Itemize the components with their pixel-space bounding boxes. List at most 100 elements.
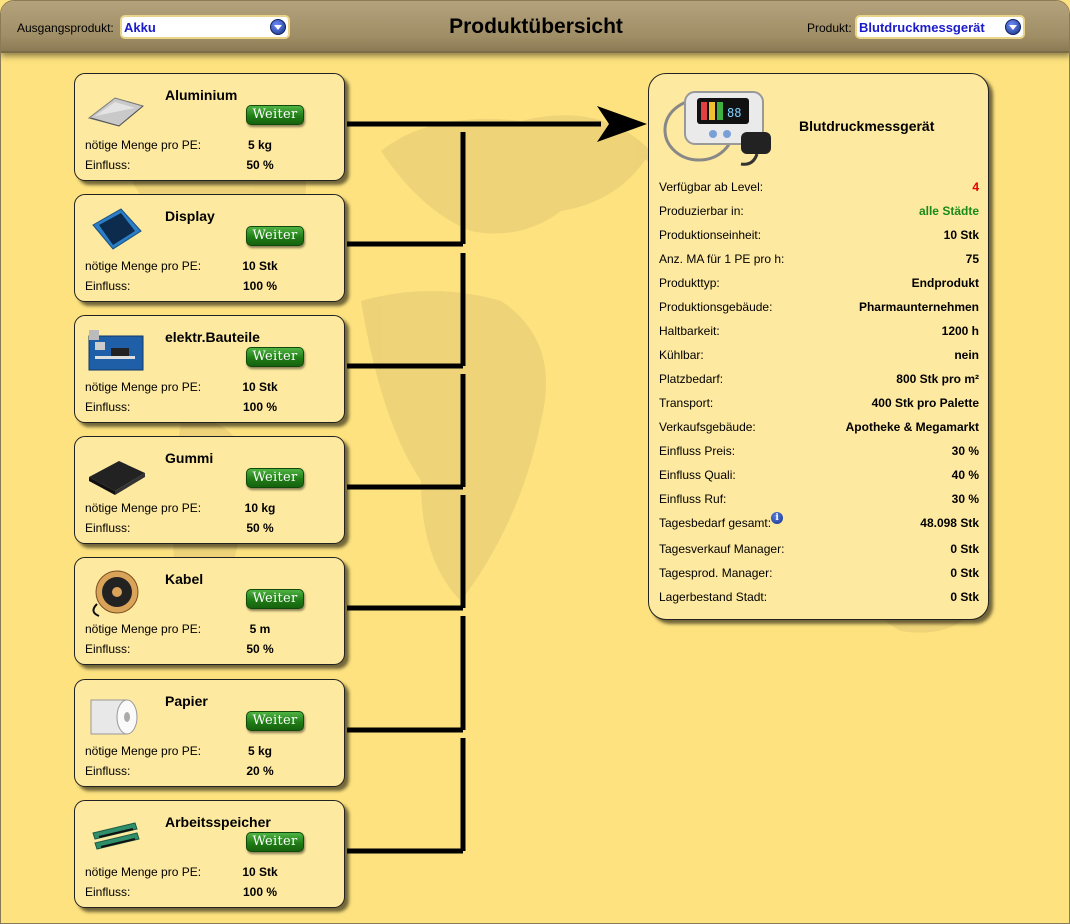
product-info-row: Einfluss Preis: 30 % [659, 444, 979, 464]
ram-module-icon [92, 822, 140, 850]
product-info-key-text: Verkaufsgebäude: [659, 420, 756, 434]
product-info-row: Einfluss Ruf: 30 % [659, 492, 979, 512]
influence-label: Einfluss: [85, 642, 131, 656]
product-info-key: Einfluss Ruf: [659, 492, 726, 506]
weiter-button[interactable]: Weiter [246, 711, 304, 731]
influence-value: 50 % [246, 158, 274, 172]
weiter-button[interactable]: Weiter [246, 105, 304, 125]
paper-roll-icon [90, 699, 138, 735]
product-info-value: 10 Stk [943, 228, 979, 242]
circuit-board-icon [88, 330, 144, 371]
product-info-value: Endprodukt [911, 276, 979, 290]
product-info-value: 800 Stk pro m² [896, 372, 979, 386]
product-info-value: 75 [965, 252, 979, 266]
product-info-key-text: Lagerbestand Stadt: [659, 590, 768, 604]
influence-value: 100 % [242, 279, 278, 293]
product-info-row: Produzierbar in: alle Städte [659, 204, 979, 224]
influence-value: 50 % [246, 642, 274, 656]
qty-value: 10 kg [244, 501, 276, 515]
weiter-button[interactable]: Weiter [246, 468, 304, 488]
influence-value: 100 % [242, 885, 278, 899]
influence-label: Einfluss: [85, 400, 131, 414]
product-name: Blutdruckmessgerät [799, 118, 935, 134]
influence-value: 100 % [242, 400, 278, 414]
qty-label: nötige Menge pro PE: [85, 380, 202, 394]
product-info-row: Platzbedarf: 800 Stk pro m² [659, 372, 979, 392]
qty-label: nötige Menge pro PE: [85, 622, 202, 636]
ingredient-card-kabel: Kabel Weiter nötige Menge pro PE: 5 m Ei… [74, 557, 345, 665]
ingredient-card-gummi: Gummi Weiter nötige Menge pro PE: 10 kg … [74, 436, 345, 544]
ingredient-name: Aluminium [165, 87, 238, 103]
product-info-value: nein [954, 348, 979, 362]
product-info-row: Anz. MA für 1 PE pro h: 75 [659, 252, 979, 272]
weiter-button[interactable]: Weiter [246, 589, 304, 609]
product-info-key-text: Tagesprod. Manager: [659, 566, 773, 580]
qty-label: nötige Menge pro PE: [85, 865, 202, 879]
product-info-row: Tagesbedarf gesamt: i 48.098 Stk [659, 512, 979, 536]
qty-value: 10 Stk [242, 259, 278, 273]
aluminium-foil-icon [87, 97, 145, 127]
qty-value: 5 kg [247, 138, 272, 152]
qty-value: 10 Stk [242, 380, 278, 394]
product-info-key-text: Tagesverkauf Manager: [659, 542, 785, 556]
ingredient-name: Papier [165, 693, 208, 709]
product-info-key: Lagerbestand Stadt: [659, 590, 767, 604]
product-info-row: Verkaufsgebäude: Apotheke & Megamarkt [659, 420, 979, 440]
product-info-key-text: Haltbarkeit: [659, 324, 720, 338]
product-info-value: Pharmaunternehmen [858, 300, 979, 314]
ingredient-name: Kabel [165, 571, 204, 587]
product-info-value: 0 Stk [950, 566, 979, 580]
product-info-key: Produkttyp: [659, 276, 720, 290]
product-info-key: Produzierbar in: [659, 204, 744, 218]
product-info-key: Anz. MA für 1 PE pro h: [659, 252, 784, 266]
cable-reel-icon [92, 570, 139, 617]
product-info-value: 1200 h [941, 324, 979, 338]
app-window: Ausgangsprodukt: Akku Produktübersicht P… [0, 0, 1070, 924]
qty-label: nötige Menge pro PE: [85, 259, 202, 273]
product-info-key-text: Einfluss Preis: [659, 444, 736, 458]
product-info-value: 400 Stk pro Palette [871, 396, 979, 410]
info-icon[interactable]: i [771, 512, 784, 524]
product-info-key: Einfluss Quali: [659, 468, 736, 482]
influence-label: Einfluss: [85, 279, 131, 293]
influence-value: 50 % [246, 521, 274, 535]
ingredient-card-display: Display Weiter nötige Menge pro PE: 10 S… [74, 194, 345, 302]
ingredient-card-elektr-bauteile: elektr.Bauteile Weiter nötige Menge pro … [74, 315, 345, 423]
product-info-row: Produkttyp: Endprodukt [659, 276, 979, 296]
qty-label: nötige Menge pro PE: [85, 138, 202, 152]
arrow-head-icon [597, 106, 647, 142]
product-info-row: Tagesprod. Manager: 0 Stk [659, 566, 979, 586]
svg-text:88: 88 [727, 106, 741, 120]
weiter-button[interactable]: Weiter [246, 832, 304, 852]
product-info-row: Tagesverkauf Manager: 0 Stk [659, 542, 979, 562]
product-info-key: Kühlbar: [659, 348, 704, 362]
influence-value: 20 % [246, 764, 274, 778]
product-info-key: Platzbedarf: [659, 372, 723, 386]
product-info-row: Produktionsgebäude: Pharmaunternehmen [659, 300, 979, 320]
product-info-value: alle Städte [918, 204, 979, 218]
weiter-button[interactable]: Weiter [246, 226, 304, 246]
product-info-value: 30 % [951, 444, 979, 458]
product-detail-card: 88 Blutdruckmessgerät Verfügbar ab Level… [648, 73, 989, 620]
product-info-row: Haltbarkeit: 1200 h [659, 324, 979, 344]
product-info-key-text: Anz. MA für 1 PE pro h: [659, 252, 785, 266]
product-info-key: Einfluss Preis: [659, 444, 735, 458]
ingredient-name: Arbeitsspeicher [165, 814, 271, 830]
product-info-key: Tagesprod. Manager: [659, 566, 772, 580]
product-info-key-text: Tagesbedarf gesamt: [659, 516, 772, 530]
influence-label: Einfluss: [85, 885, 131, 899]
influence-label: Einfluss: [85, 764, 131, 778]
qty-value: 5 m [249, 622, 271, 636]
product-info-value: Apotheke & Megamarkt [845, 420, 979, 434]
influence-label: Einfluss: [85, 521, 131, 535]
qty-label: nötige Menge pro PE: [85, 501, 202, 515]
product-info-key-text: Produktionsgebäude: [659, 300, 773, 314]
qty-label: nötige Menge pro PE: [85, 744, 202, 758]
product-info-key: Verfügbar ab Level: [659, 180, 763, 194]
product-info-value: 0 Stk [950, 590, 979, 604]
product-info-key: Tagesbedarf gesamt: i [659, 512, 784, 530]
product-info-key-text: Verfügbar ab Level: [659, 180, 764, 194]
weiter-button[interactable]: Weiter [246, 347, 304, 367]
product-info-row: Transport: 400 Stk pro Palette [659, 396, 979, 416]
product-info-key: Produktionsgebäude: [659, 300, 772, 314]
